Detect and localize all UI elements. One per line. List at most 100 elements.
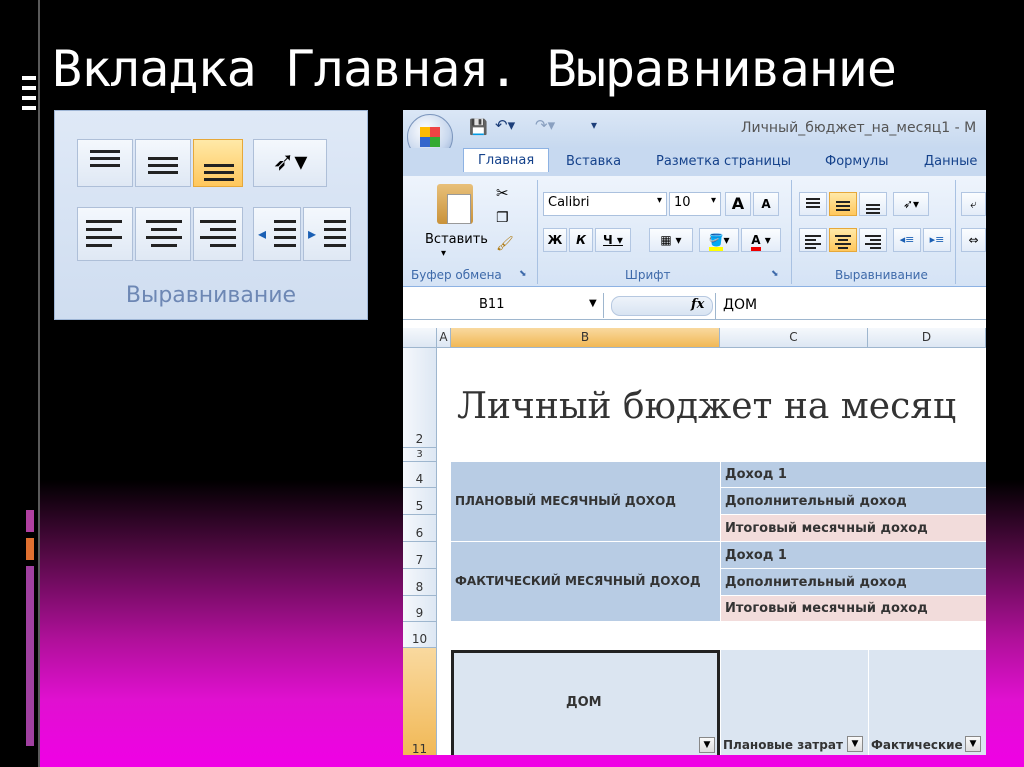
wrap-text-button[interactable]: ⤶	[961, 192, 986, 216]
deco-bar	[26, 566, 34, 746]
format-painter-icon[interactable]: 🖌	[496, 236, 514, 252]
income-cell[interactable]: Доход 1	[721, 542, 986, 569]
filter-dropdown-icon[interactable]: ▼	[965, 736, 981, 752]
align-top-button[interactable]	[77, 139, 133, 187]
align-middle-button[interactable]	[135, 139, 191, 187]
align-left-button[interactable]	[77, 207, 133, 261]
planned-income-label[interactable]: ПЛАНОВЫЙ МЕСЯЧНЫЙ ДОХОД	[451, 462, 720, 542]
column-header[interactable]: D	[868, 328, 986, 348]
window-title: Личный_бюджет_на_месяц1 - M	[741, 120, 977, 136]
row-header[interactable]: 10	[403, 622, 437, 648]
column-header[interactable]: C	[720, 328, 868, 348]
deco-mark	[22, 86, 36, 90]
align-right-button[interactable]	[859, 228, 887, 252]
tab-formulas[interactable]: Формулы	[825, 154, 888, 169]
align-left-button[interactable]	[799, 228, 827, 252]
left-strip-line	[38, 0, 40, 767]
bold-label: Ж	[547, 233, 563, 247]
row-header[interactable]: 5	[403, 488, 437, 515]
row-header[interactable]: 11	[403, 648, 437, 755]
borders-button[interactable]: ▦ ▾	[649, 228, 693, 252]
save-icon[interactable]: 💾	[469, 118, 488, 136]
tab-home[interactable]: Главная	[463, 148, 550, 172]
deco-mark	[22, 76, 36, 80]
font-name-select[interactable]: Calibri ▾	[543, 192, 667, 216]
undo-icon[interactable]: ↶▾	[495, 116, 515, 134]
font-size-select[interactable]: 10 ▾	[669, 192, 721, 216]
align-center-button[interactable]	[829, 228, 857, 252]
qat-customize-icon[interactable]: ▾	[591, 118, 597, 132]
filter-dropdown-icon[interactable]: ▼	[699, 737, 715, 753]
fx-icon[interactable]: fx	[691, 297, 704, 312]
filter-dropdown-icon[interactable]: ▼	[847, 736, 863, 752]
align-center-button[interactable]	[135, 207, 191, 261]
row-header[interactable]: 7	[403, 542, 437, 569]
chevron-down-icon: ▾	[656, 195, 662, 206]
italic-button[interactable]: К	[569, 228, 593, 252]
increase-indent-button[interactable]: ▸	[303, 207, 351, 261]
ribbon-tabs: Главная Вставка Разметка страницы Формул…	[403, 148, 986, 176]
column-header[interactable]: B	[451, 328, 720, 348]
income-cell[interactable]: Доход 1	[721, 462, 986, 488]
column-header[interactable]: A	[437, 328, 451, 348]
fill-color-button[interactable]: 🪣▾	[699, 228, 739, 252]
actual-income-label[interactable]: ФАКТИЧЕСКИЙ МЕСЯЧНЫЙ ДОХОД	[451, 542, 720, 622]
group-separator	[791, 180, 792, 284]
row-header[interactable]: 6	[403, 515, 437, 542]
office-logo-icon	[420, 127, 440, 147]
orientation-button[interactable]: ➶▾	[893, 192, 929, 216]
fill-color-icon: 🪣	[708, 233, 724, 251]
shrink-font-button[interactable]: A	[753, 192, 779, 216]
increase-indent-button[interactable]: ▸≡	[923, 228, 951, 252]
planned-header-cell[interactable]: Плановые затрат ▼	[721, 650, 869, 755]
bold-button[interactable]: Ж	[543, 228, 567, 252]
alignment-group-label: Выравнивание	[835, 268, 928, 282]
font-color-button[interactable]: A ▾	[741, 228, 781, 252]
redo-icon[interactable]: ↷▾	[535, 116, 555, 134]
cut-icon[interactable]: ✂	[496, 184, 509, 202]
decrease-indent-button[interactable]: ◂≡	[893, 228, 921, 252]
orientation-button[interactable]: ➶▾	[253, 139, 327, 187]
row-header[interactable]: 2	[403, 348, 437, 448]
paste-icon[interactable]	[437, 184, 473, 224]
font-name-value: Calibri	[548, 195, 590, 210]
merge-center-button[interactable]: ⇔	[961, 228, 986, 252]
tab-insert[interactable]: Вставка	[566, 154, 621, 169]
tab-page-layout[interactable]: Разметка страницы	[656, 154, 791, 169]
orientation-icon: ➶▾	[902, 197, 920, 211]
align-middle-button[interactable]	[829, 192, 857, 216]
actual-header-cell[interactable]: Фактические ▼	[869, 650, 986, 755]
italic-label: К	[576, 233, 586, 247]
row-header[interactable]: 9	[403, 596, 437, 622]
align-top-button[interactable]	[799, 192, 827, 216]
sheet-title[interactable]: Личный бюджет на месяц	[457, 386, 956, 427]
formula-input[interactable]: ДОМ	[723, 297, 757, 313]
copy-icon[interactable]: ❐	[496, 210, 509, 226]
underline-button[interactable]: Ч ▾	[595, 228, 631, 252]
tab-data[interactable]: Данные	[924, 154, 977, 169]
left-strip	[0, 0, 40, 767]
title-bar: 💾 ↶▾ ↷▾ ▾ Личный_бюджет_на_месяц1 - M	[403, 110, 986, 160]
income-cell[interactable]: Дополнительный доход	[721, 569, 986, 596]
grow-font-button[interactable]: A	[725, 192, 751, 216]
selected-cell-b11[interactable]: ДОМ ▼	[451, 650, 720, 755]
underline-label: Ч	[603, 233, 613, 247]
paste-label[interactable]: Вставить	[425, 232, 488, 247]
income-total-cell[interactable]: Итоговый месячный доход	[721, 515, 986, 542]
row-header[interactable]: 3	[403, 448, 437, 462]
align-right-button[interactable]	[193, 207, 243, 261]
decrease-indent-button[interactable]: ◂	[253, 207, 301, 261]
deco-mark	[22, 106, 36, 110]
align-bottom-button[interactable]	[193, 139, 243, 187]
row-header[interactable]: 4	[403, 462, 437, 488]
income-cell[interactable]: Дополнительный доход	[721, 488, 986, 515]
paste-dropdown-icon[interactable]: ▾	[441, 248, 446, 259]
align-bottom-button[interactable]	[859, 192, 887, 216]
name-box[interactable]: B11 ▼	[403, 293, 604, 318]
alignment-group-zoom: ➶▾ ◂ ▸ Выравнивание	[54, 110, 368, 320]
income-total-cell[interactable]: Итоговый месячный доход	[721, 596, 986, 622]
dialog-launcher-icon[interactable]: ⬊	[519, 269, 527, 279]
select-all-corner[interactable]	[403, 328, 437, 348]
dialog-launcher-icon[interactable]: ⬊	[771, 269, 779, 279]
row-header[interactable]: 8	[403, 569, 437, 596]
